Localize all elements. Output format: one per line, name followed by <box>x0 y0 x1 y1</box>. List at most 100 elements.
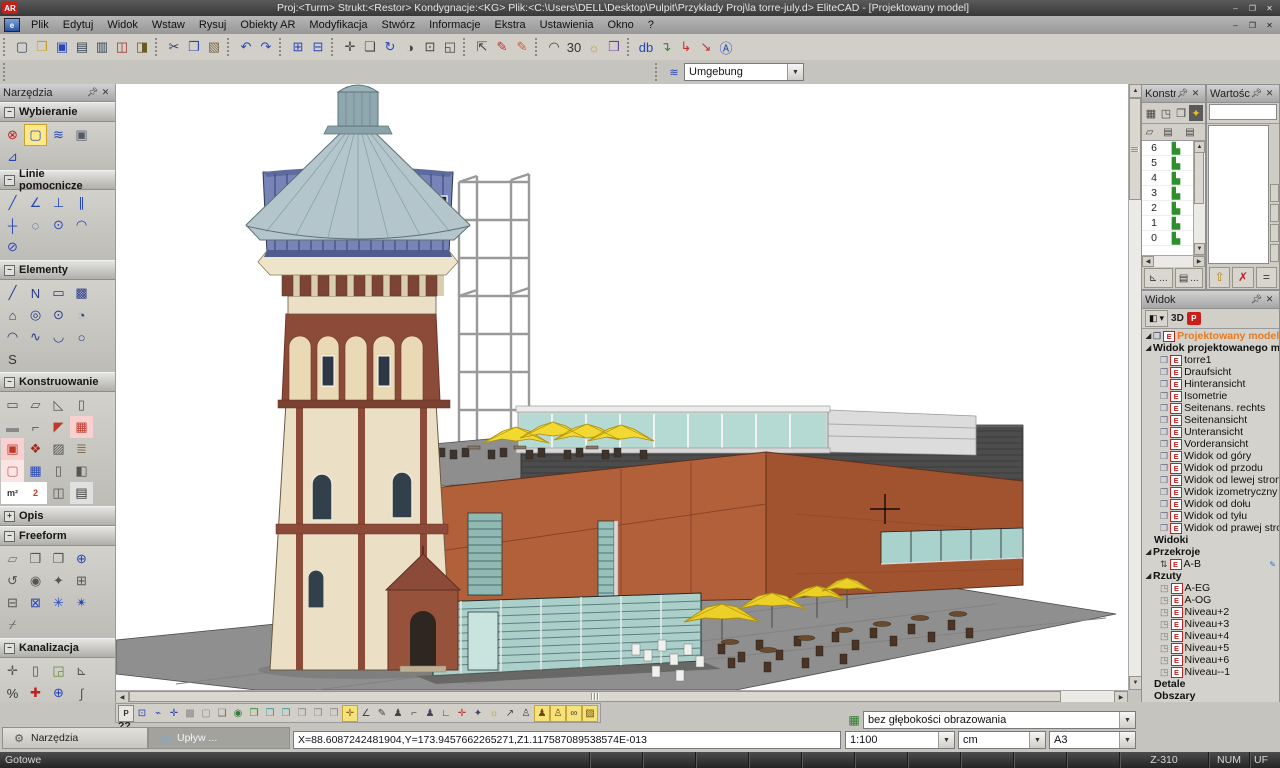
axis-angle-icon[interactable]: ∠ <box>358 705 374 722</box>
tree-item-vorderansicht[interactable]: ❒EVorderansicht <box>1142 438 1279 450</box>
hammer-icon[interactable]: ⌁ <box>150 705 166 722</box>
zoom-rect-icon[interactable]: ⊡ <box>134 705 150 722</box>
guide-line-icon[interactable]: ╱ <box>1 192 24 214</box>
perspective-3d-icon[interactable]: 30 <box>564 37 584 57</box>
freeform-shape-icon[interactable]: ✦ <box>47 570 70 592</box>
star-icon[interactable]: ✦ <box>470 705 486 722</box>
snap-icon[interactable]: ✛ <box>166 705 182 722</box>
archive-icon[interactable]: ◨ <box>132 37 152 57</box>
guide-tangent-icon[interactable]: ⊘ <box>1 236 24 258</box>
tree-item-a-eg[interactable]: ◳EA-EG <box>1142 582 1279 594</box>
paste-icon[interactable]: ▧ <box>204 37 224 57</box>
freeform-sphere-icon[interactable]: ⊕ <box>70 548 93 570</box>
redline-pen-icon[interactable]: ✎ <box>492 37 512 57</box>
freeform-tube-icon[interactable]: ◉ <box>24 570 47 592</box>
redo-icon[interactable]: ↷ <box>256 37 276 57</box>
print-icon[interactable]: ▤ <box>72 37 92 57</box>
environment-combo[interactable]: Umgebung ▼ <box>684 63 804 81</box>
cube-line3-icon[interactable]: ❒ <box>326 705 342 722</box>
menu-item-item[interactable]: ? <box>641 16 661 34</box>
mirror-icon[interactable]: ◑ <box>400 37 420 57</box>
values-equals-button[interactable]: = <box>1256 267 1277 288</box>
close-icon[interactable]: ✕ <box>1189 87 1202 100</box>
polygon-icon[interactable]: ⌂ <box>1 304 24 326</box>
tool-section-konstruowanie[interactable]: −Konstruowanie <box>0 372 115 392</box>
storey-hscrollbar[interactable]: ◀ ▶ <box>1142 255 1205 267</box>
tree-expand-icon[interactable]: ◢ <box>1144 332 1153 340</box>
arc-icon[interactable]: ◠ <box>1 326 24 348</box>
restore-button[interactable]: ❐ <box>1245 19 1260 31</box>
tree-item-widok-od-ty-u[interactable]: ❒EWidok od tyłu <box>1142 510 1279 522</box>
tree-item-torre1[interactable]: ❒Etorre1 <box>1142 354 1279 366</box>
window-red-icon[interactable]: ▦ <box>70 416 93 438</box>
storey-current-icon[interactable]: ✦ <box>1189 105 1203 121</box>
axis-3d-icon[interactable]: ✳ <box>47 592 70 614</box>
tree-item-draufsicht[interactable]: ❒EDraufsicht <box>1142 366 1279 378</box>
rect-dashed-icon[interactable]: ▩ <box>70 282 93 304</box>
dock-tab-pages[interactable]: ▤... <box>1175 268 1204 288</box>
export-icon[interactable]: ◫ <box>112 37 132 57</box>
p-mode-icon[interactable]: P <box>118 705 134 722</box>
storey-row-1[interactable]: 1▙ <box>1142 216 1193 231</box>
storey-col-a-icon[interactable]: ▤ <box>1157 124 1179 140</box>
freeform-sweep-icon[interactable]: ↺ <box>1 570 24 592</box>
tree-item-widok-od-lewej-strony[interactable]: ❒EWidok od lewej strony <box>1142 474 1279 486</box>
assign-icon[interactable]: ↘ <box>696 37 716 57</box>
toolbar-handle[interactable] <box>227 38 232 56</box>
person-icon[interactable]: ♙ <box>518 705 534 722</box>
minimize-button[interactable]: – <box>1228 2 1243 14</box>
menu-item-wstaw[interactable]: Wstaw <box>145 16 192 34</box>
bool-ab-icon[interactable]: ⊠ <box>24 592 47 614</box>
drawing-canvas[interactable] <box>115 84 1129 690</box>
storey-flag-icon[interactable]: ◳ <box>1159 105 1173 121</box>
guide-perpendicular-icon[interactable]: ⊥ <box>47 192 70 214</box>
cube-green-icon[interactable]: ❒ <box>246 705 262 722</box>
collapse-icon[interactable]: − <box>4 175 15 186</box>
tree-item-seitenansicht[interactable]: ❒ESeitenansicht <box>1142 414 1279 426</box>
toolbar-handle[interactable] <box>3 38 8 56</box>
cube-line-icon[interactable]: ❒ <box>294 705 310 722</box>
history-tab-icon[interactable]: ◷ <box>157 730 173 746</box>
menu-item-ustawienia[interactable]: Ustawienia <box>533 16 601 34</box>
tree-item-niveau-3[interactable]: ◳ENiveau+3 <box>1142 618 1279 630</box>
close-button[interactable]: ✕ <box>1262 2 1277 14</box>
walk-yellow2-icon[interactable]: ♙ <box>550 705 566 722</box>
fillet-icon[interactable]: ◠ <box>544 37 564 57</box>
arc-3p-icon[interactable]: ◔ <box>70 304 93 326</box>
tool-section-freeform[interactable]: −Freeform <box>0 526 115 546</box>
tree-item-a-og[interactable]: ◳EA-OG <box>1142 594 1279 606</box>
toolbar-handle[interactable] <box>627 38 632 56</box>
chevron-down-icon[interactable]: ▼ <box>1119 732 1135 748</box>
column-icon[interactable]: ▯ <box>70 394 93 416</box>
tree-item-seitenans-rechts[interactable]: ❒ESeitenans. rechts <box>1142 402 1279 414</box>
axis-l-icon[interactable]: ⌐ <box>406 705 422 722</box>
menu-item-edytuj[interactable]: Edytuj <box>56 16 101 34</box>
bool-union-icon[interactable]: ⊞ <box>70 570 93 592</box>
cut-icon[interactable]: ✂ <box>164 37 184 57</box>
curve-icon[interactable]: ∿ <box>24 326 47 348</box>
scale-combo[interactable]: 1:100 ▼ <box>845 731 955 749</box>
cube-teal-icon[interactable]: ❒ <box>262 705 278 722</box>
select-rect-icon[interactable]: ▢ <box>24 124 47 146</box>
tool-section-wybieranie[interactable]: −Wybieranie <box>0 102 115 122</box>
chevron-down-icon[interactable]: ▼ <box>787 64 803 80</box>
menu-item-ekstra[interactable]: Ekstra <box>487 16 532 34</box>
tree-item-isometrie[interactable]: ❒EIsometrie <box>1142 390 1279 402</box>
toolbar-handle[interactable] <box>463 38 468 56</box>
texture-icon[interactable]: ❒ <box>604 37 624 57</box>
s-pipe-icon[interactable]: ∫ <box>70 682 93 704</box>
zoom-previous-icon[interactable]: ◱ <box>440 37 460 57</box>
close-icon[interactable]: ✕ <box>1263 293 1276 306</box>
cube-teal2-icon[interactable]: ❒ <box>278 705 294 722</box>
toolbar-handle[interactable] <box>655 63 660 81</box>
database-icon[interactable]: db <box>636 37 656 57</box>
storey-row-0[interactable]: 0▙ <box>1142 231 1193 246</box>
profile-icon[interactable]: ⌐ <box>24 416 47 438</box>
pan-icon[interactable]: ✛ <box>340 37 360 57</box>
storey-scrollbar[interactable]: ▲ ▼ <box>1193 141 1205 255</box>
section-icon[interactable]: ◫ <box>47 482 70 504</box>
expand-icon[interactable]: + <box>4 511 15 522</box>
guide-arc-icon[interactable]: ◠ <box>70 214 93 236</box>
scroll-left-icon[interactable]: ◀ <box>1142 256 1154 267</box>
menu-item-rysuj[interactable]: Rysuj <box>192 16 234 34</box>
